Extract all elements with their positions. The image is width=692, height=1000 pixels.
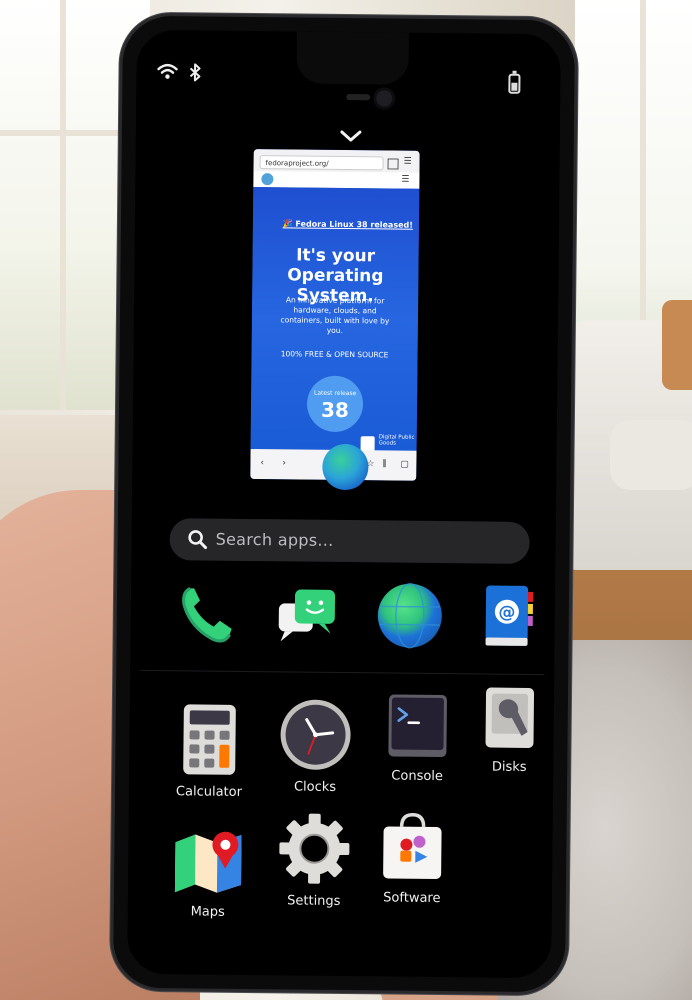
app-maps[interactable]: Maps [158,822,259,920]
app-label: Settings [287,893,341,909]
globe-icon [377,582,442,649]
gear-icon [279,813,350,884]
phone-screen: fedoraproject.org/ ☰ ☰ 🎉 Fedora Linux 38… [127,29,561,979]
pillow [662,300,692,390]
status-bar [136,62,560,96]
battery-icon [508,73,521,94]
chevron-down-icon[interactable] [338,128,364,144]
couch-cushion [610,420,692,490]
dock-web[interactable] [372,580,447,655]
back-icon[interactable]: ‹ [260,458,264,468]
downloads-icon[interactable]: ▢ [400,460,409,470]
library-icon[interactable]: ⫼ [382,459,386,469]
browser-menu-icon[interactable]: ☰ [404,157,412,167]
search-icon [188,530,208,550]
tabs-icon[interactable] [387,158,399,170]
clock-icon [280,699,351,770]
search-placeholder: Search apps... [215,529,334,550]
app-label: Disks [491,759,527,775]
calculator-icon [183,704,236,775]
app-calculator[interactable]: Calculator [159,702,260,800]
phone: fedoraproject.org/ ☰ ☰ 🎉 Fedora Linux 38… [112,15,576,993]
window-preview[interactable]: fedoraproject.org/ ☰ ☰ 🎉 Fedora Linux 38… [250,149,420,481]
address-book-icon: @ [485,585,534,646]
app-label: Clocks [293,779,337,795]
disk-icon [485,687,535,748]
app-label: Software [383,890,441,907]
bluetooth-icon [189,63,201,82]
dpg-text: Digital Public Goods [378,434,415,447]
wifi-icon [157,63,178,79]
forward-icon[interactable]: › [282,458,286,468]
window-mullion [60,0,66,410]
site-nav: ☰ [253,171,420,189]
free-label: 100% FREE & OPEN SOURCE [280,349,389,360]
app-software[interactable]: Software [362,810,463,906]
release-banner[interactable]: 🎉 Fedora Linux 38 released! [283,219,413,229]
site-menu-icon[interactable]: ☰ [401,175,409,185]
dock-contacts[interactable]: @ [476,581,541,656]
chat-icon [278,589,336,642]
store-icon [383,812,442,879]
app-disks[interactable]: Disks [459,685,560,775]
terminal-icon [388,694,447,758]
app-settings[interactable]: Settings [264,811,365,909]
dock-phone[interactable] [170,582,241,651]
svg-text:@: @ [498,603,515,623]
app-label: Maps [190,904,225,920]
app-console[interactable]: Console [367,692,468,784]
dock-divider [140,669,545,676]
app-label: Console [391,768,444,785]
url-bar[interactable]: fedoraproject.org/ ☰ ☰ [253,149,420,189]
release-badge[interactable]: Latest release 38 [306,375,364,433]
release-number: 38 [320,397,350,423]
site-hero: 🎉 Fedora Linux 38 released! It's your Op… [250,187,420,453]
dock-chats[interactable] [272,583,343,654]
phone-icon [182,587,232,643]
map-icon [174,831,242,893]
release-label: Latest release [313,389,357,398]
globe-icon [322,443,369,491]
app-clocks[interactable]: Clocks [265,697,366,795]
search-input[interactable]: Search apps... [169,518,530,564]
fedora-logo-icon [261,173,274,186]
earpiece [346,94,371,101]
hero-description: An innovative platform for hardware, clo… [280,295,390,335]
app-label: Calculator [175,784,243,800]
url-field[interactable]: fedoraproject.org/ [259,155,384,171]
